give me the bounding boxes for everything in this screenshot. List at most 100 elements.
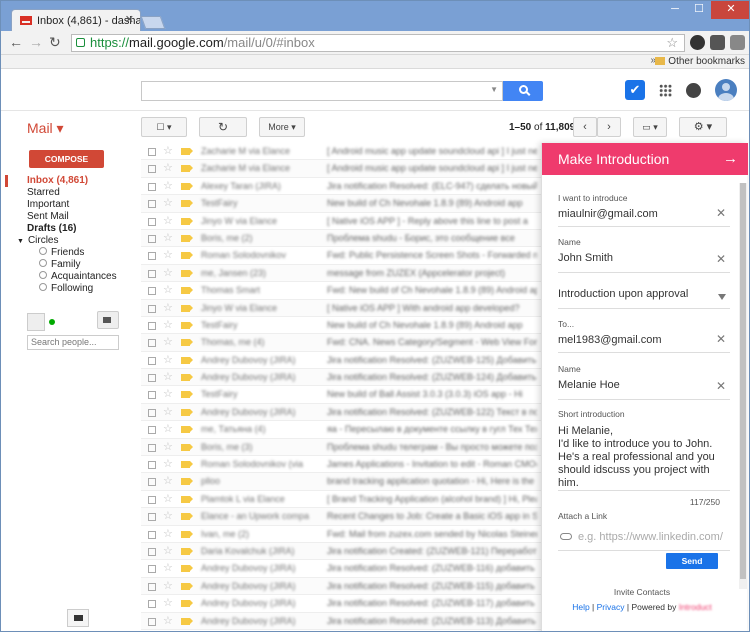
name2-field[interactable]: Name Melanie Hoe ✕ <box>558 364 730 400</box>
table-row[interactable]: ☆ Andrey Dubovoy (JIRA) Jira notification … <box>141 560 541 578</box>
row-checkbox[interactable] <box>148 547 156 556</box>
new-tab-button[interactable] <box>140 16 166 29</box>
table-row[interactable]: ☆ me, Татьяна (4) яа - Пересылаю в докумен… <box>141 421 541 439</box>
row-checkbox[interactable] <box>148 165 156 174</box>
row-checkbox[interactable] <box>148 252 156 261</box>
table-row[interactable]: ☆ Roman Solodovnikov (via James Applicatio… <box>141 456 541 474</box>
table-row[interactable]: ☆ TestFairy New build of Ch Nevohale 1.8.9… <box>141 195 541 213</box>
expand-triangle-icon[interactable]: ▼ <box>17 238 24 245</box>
settings-icon[interactable]: ⚙ ▾ <box>679 117 727 137</box>
important-marker-icon[interactable] <box>181 408 193 416</box>
refresh-icon[interactable]: ↻ <box>199 117 247 137</box>
address-bar[interactable]: https://mail.google.com/mail/u/0/#inbox … <box>71 34 685 52</box>
important-marker-icon[interactable] <box>181 478 193 486</box>
row-checkbox[interactable] <box>148 356 156 365</box>
tab-close-icon[interactable]: ✕ <box>125 13 134 26</box>
important-marker-icon[interactable] <box>181 513 193 521</box>
newer-button[interactable]: ‹ <box>573 117 597 137</box>
star-icon[interactable]: ☆ <box>163 596 173 609</box>
close-window-button[interactable]: ✕ <box>711 1 749 19</box>
more-button[interactable]: More ▾ <box>259 117 305 137</box>
row-checkbox[interactable] <box>148 304 156 313</box>
table-row[interactable]: ☆ Ivan, me (2) Fwd: Mail from zuzex.com se… <box>141 526 541 543</box>
row-checkbox[interactable] <box>148 182 156 191</box>
notifications-icon[interactable] <box>686 82 701 98</box>
star-icon[interactable]: ☆ <box>163 370 173 383</box>
sidebar-item-drafts[interactable]: Drafts (16) <box>27 223 117 235</box>
send-button[interactable]: Send <box>666 553 718 569</box>
privacy-link[interactable]: Privacy <box>597 602 625 612</box>
row-checkbox[interactable] <box>148 495 156 504</box>
important-marker-icon[interactable] <box>181 148 193 155</box>
star-icon[interactable]: ☆ <box>163 614 173 627</box>
table-row[interactable]: ☆ plloo brand tracking application quotati… <box>141 473 541 491</box>
extension-icon[interactable] <box>710 35 725 50</box>
star-icon[interactable]: ☆ <box>163 179 173 192</box>
row-checkbox[interactable] <box>148 200 156 209</box>
important-marker-icon[interactable] <box>181 426 193 434</box>
table-row[interactable]: ☆ Zacharie M via Elance [ Android music ap… <box>141 160 541 178</box>
table-row[interactable]: ☆ Thomas, me (4) Fwd: CNA. News Category/S… <box>141 334 541 352</box>
table-row[interactable]: ☆ Boris, me (3) Проблема shudu телеграм - … <box>141 438 541 457</box>
row-checkbox[interactable] <box>148 148 156 156</box>
apps-icon[interactable] <box>659 83 672 97</box>
star-icon[interactable]: ☆ <box>163 387 173 400</box>
star-icon[interactable]: ☆ <box>163 492 173 505</box>
panel-scrollbar[interactable] <box>739 183 747 589</box>
row-checkbox[interactable] <box>148 408 156 417</box>
important-marker-icon[interactable] <box>181 252 193 260</box>
brand-link[interactable]: Introduct <box>679 602 712 612</box>
search-button[interactable] <box>503 81 543 101</box>
important-marker-icon[interactable] <box>181 269 193 277</box>
minimize-button[interactable]: ─ <box>663 1 687 19</box>
important-marker-icon[interactable] <box>181 287 193 295</box>
row-checkbox[interactable] <box>148 530 156 539</box>
extension-icon[interactable] <box>690 35 705 50</box>
search-people-input[interactable]: Search people... <box>27 335 119 350</box>
table-row[interactable]: ☆ Roman Solodovnikov Fwd: Public Persisten… <box>141 247 541 265</box>
important-marker-icon[interactable] <box>181 391 193 399</box>
star-icon[interactable]: ☆ <box>163 335 173 348</box>
back-icon[interactable]: ← <box>9 34 23 50</box>
star-icon[interactable]: ☆ <box>163 353 173 366</box>
other-bookmarks[interactable]: Other bookmarks <box>655 56 745 67</box>
to-field[interactable]: To... mel1983@gmail.com ✕ <box>558 319 730 353</box>
star-icon[interactable]: ☆ <box>163 422 173 435</box>
forward-icon[interactable]: → <box>29 34 43 50</box>
name1-field[interactable]: Name John Smith ✕ <box>558 237 730 273</box>
important-marker-icon[interactable] <box>181 182 193 190</box>
sidebar-item-circles[interactable]: ▼ Circles <box>17 235 117 247</box>
bookmark-star-icon[interactable]: ☆ <box>666 35 678 51</box>
sidebar-item-following[interactable]: Following <box>27 283 117 295</box>
table-row[interactable]: ☆ Elance - an Upwork compa Recent Changes … <box>141 508 541 526</box>
table-row[interactable]: ☆ Andrey Dubovoy (JIRA) Jira notification … <box>141 612 541 630</box>
star-icon[interactable]: ☆ <box>163 561 173 574</box>
star-icon[interactable]: ☆ <box>163 457 173 470</box>
important-marker-icon[interactable] <box>181 321 193 329</box>
star-icon[interactable]: ☆ <box>163 144 173 157</box>
star-icon[interactable]: ☆ <box>163 214 173 227</box>
star-icon[interactable]: ☆ <box>163 248 173 261</box>
table-row[interactable]: ☆ Thomas Smart Fwd: New build of Ch Nevoha… <box>141 282 541 300</box>
table-row[interactable]: ☆ Andrey Dubovoy (JIRA) Jira notification … <box>141 577 541 596</box>
menu-icon[interactable] <box>730 35 745 50</box>
important-marker-icon[interactable] <box>181 374 193 382</box>
star-icon[interactable]: ☆ <box>163 527 173 540</box>
sidebar-item-inbox[interactable]: Inbox (4,861) <box>27 175 117 187</box>
hangouts-status[interactable] <box>27 313 67 331</box>
row-checkbox[interactable] <box>148 600 156 609</box>
invite-contacts-link[interactable]: Invite Contacts <box>542 587 742 597</box>
introduce-field[interactable]: I want to introduce miaulnir@gmail.com ✕ <box>558 193 730 227</box>
star-icon[interactable]: ☆ <box>163 318 173 331</box>
help-link[interactable]: Help <box>572 602 589 612</box>
important-marker-icon[interactable] <box>181 356 193 364</box>
search-options-icon[interactable]: ▼ <box>490 85 498 94</box>
clear-icon[interactable]: ✕ <box>716 379 726 393</box>
link-input[interactable]: e.g. https://www.linkedin.com/ <box>558 527 730 551</box>
table-row[interactable]: ☆ Zacharie M via Elance [ Android music ap… <box>141 143 541 161</box>
important-marker-icon[interactable] <box>181 304 193 312</box>
row-checkbox[interactable] <box>148 461 156 470</box>
important-marker-icon[interactable] <box>181 565 193 573</box>
table-row[interactable]: ☆ Andrey Dubovoy (JIRA) Jira notification … <box>141 369 541 387</box>
compose-button[interactable]: COMPOSE <box>29 150 104 168</box>
